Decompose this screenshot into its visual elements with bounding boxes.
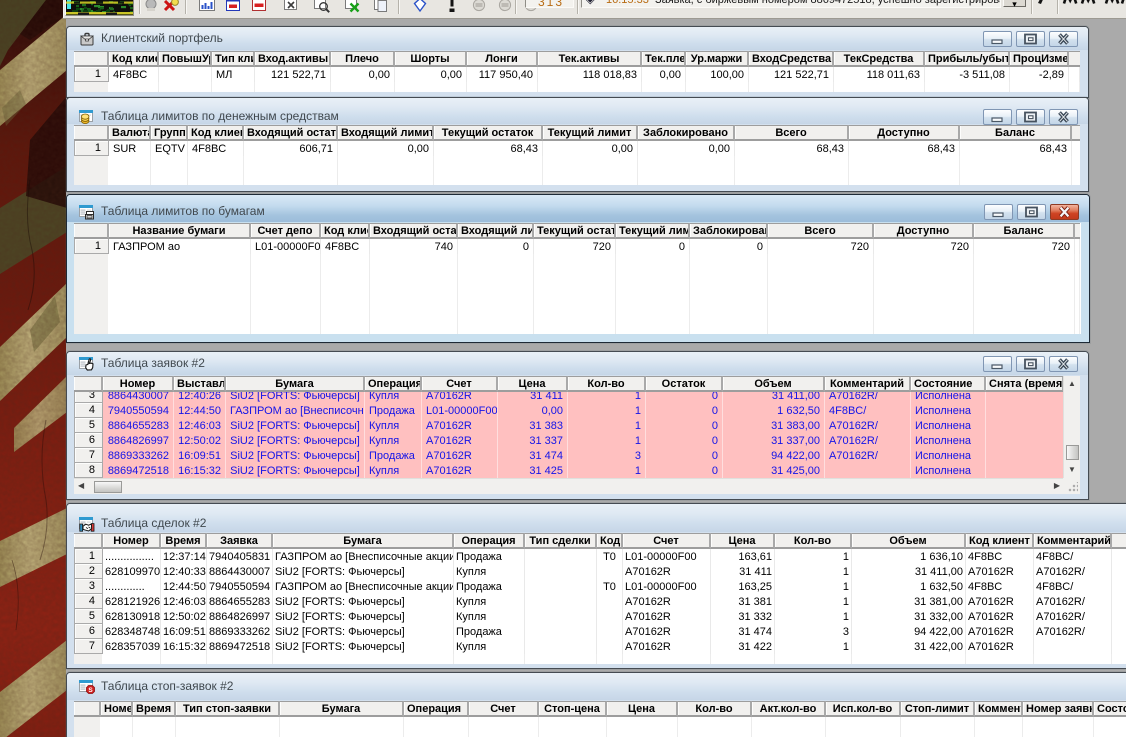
svg-text:S: S [88, 687, 93, 694]
